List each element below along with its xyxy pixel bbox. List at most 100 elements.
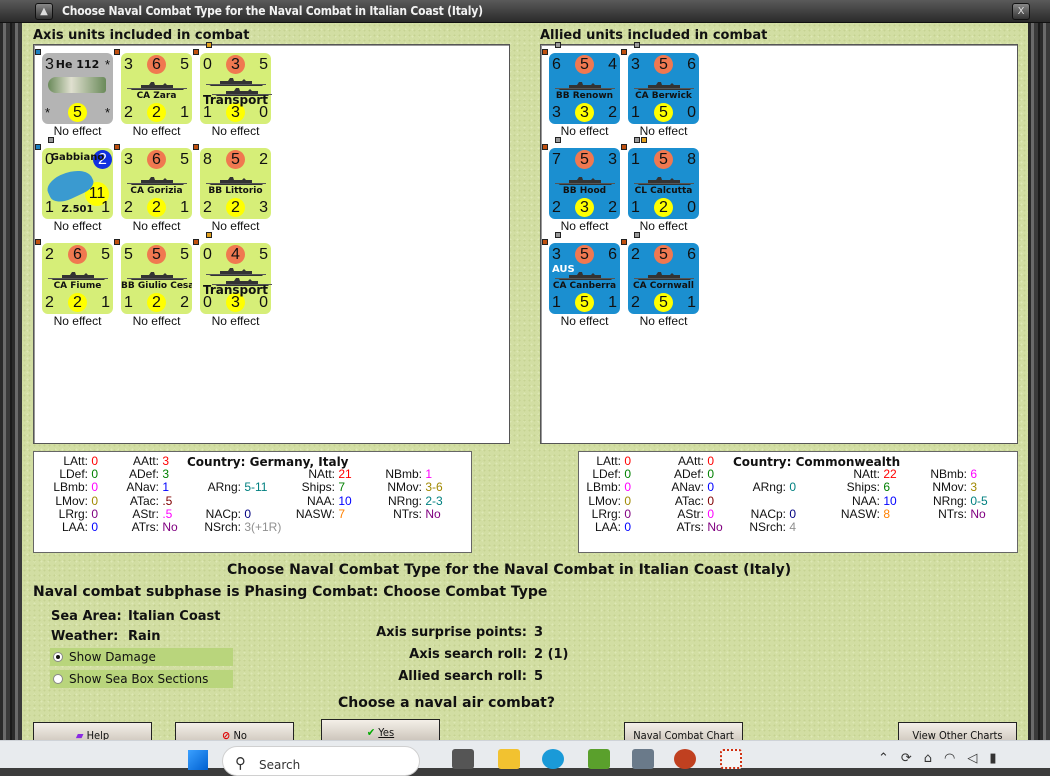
show-damage-radio[interactable]: Show Damage xyxy=(50,648,233,666)
stat-value: 21 xyxy=(335,467,352,482)
stat-value: 3 xyxy=(159,467,170,482)
unit-counter[interactable]: 7 5 3 2 3 2 BB Hood No effect xyxy=(542,137,620,234)
stat-nasw: NASW: 8 xyxy=(820,507,890,521)
stat-value: 0 xyxy=(704,480,715,495)
bottom-value: 1 xyxy=(180,199,189,216)
top-circle-value: 6 xyxy=(147,55,166,74)
unit-counter[interactable]: 0 3 5 1 3 0 Transport No effect xyxy=(193,42,272,139)
unit-counter[interactable]: 3 5 6 1 5 0 CA Berwick No effect xyxy=(621,42,699,139)
taskbar-search[interactable]: ⚲ Search xyxy=(222,746,420,776)
unit-card[interactable]: 8 5 2 2 2 3 BB Littorio xyxy=(200,148,271,219)
stat-value: 8 xyxy=(880,506,891,521)
status-marker-icon xyxy=(193,144,199,150)
stat-value: 0 xyxy=(88,454,99,468)
unit-counter[interactable]: 8 5 2 2 2 3 BB Littorio No effect xyxy=(193,144,271,234)
unit-counter[interactable]: 3 6 5 2 2 1 CA Zara No effect xyxy=(114,49,192,139)
stat-label: NSrch: xyxy=(749,520,786,534)
unit-name: CA Berwick xyxy=(635,91,692,101)
stat-nbmb: NBmb: 1 xyxy=(362,467,432,481)
top-circle-value: 5 xyxy=(654,245,673,264)
bottom-circle-value: 5 xyxy=(654,103,673,122)
sea-area-label: Sea Area: xyxy=(51,609,122,624)
unit-card[interactable]: 3 5 6 1 5 1 AUS CA Canberra xyxy=(549,243,620,314)
unit-card[interactable]: 6 5 4 3 3 2 BB Renown xyxy=(549,53,620,124)
unit-counter[interactable]: 5 5 5 1 2 2 BB Giulio Cesar No effect xyxy=(114,239,192,329)
unit-card[interactable]: 2 5 6 2 5 1 CA Cornwall xyxy=(628,243,699,314)
status-marker-icon xyxy=(114,144,120,150)
app-icon[interactable] xyxy=(588,749,610,769)
stat-ldef: LDef: 0 xyxy=(28,467,98,481)
minimize-button[interactable]: ▲ xyxy=(35,3,53,20)
unit-counter[interactable]: 2 6 5 2 2 1 CA Fiume No effect xyxy=(35,239,113,329)
stat-label: NAA: xyxy=(851,493,880,508)
edge-browser-icon[interactable] xyxy=(542,749,564,769)
system-tray-icons[interactable]: ⌃⟳⌂◠◁▮ xyxy=(878,751,1009,766)
top-value: 6 xyxy=(552,56,561,73)
stat-natt: NAtt: 21 xyxy=(275,467,352,482)
game-icon[interactable] xyxy=(674,749,696,769)
stat-atac: ATac: 0 xyxy=(644,494,714,508)
stat-label: LDef: xyxy=(592,467,621,482)
unit-card[interactable]: 0 3 5 1 3 0 Transport xyxy=(200,53,272,124)
stat-anav: ANav: 1 xyxy=(99,480,169,494)
bottom-value: 2 xyxy=(608,199,617,216)
stat-value: No xyxy=(422,506,441,521)
stat-label: NAtt: xyxy=(853,467,880,482)
stat-label: AAtt: xyxy=(677,454,704,468)
close-button[interactable]: X xyxy=(1012,3,1030,20)
bottom-circle-value: 2 xyxy=(147,198,166,217)
stat-laa: LAA: 0 xyxy=(561,520,631,534)
unit-card[interactable]: 3 * * 5 * He 112 xyxy=(42,53,113,124)
task-view-icon[interactable] xyxy=(452,749,474,769)
stat-value: 0 xyxy=(88,493,99,508)
unit-effect: No effect xyxy=(560,314,609,328)
top-value: 3 xyxy=(631,56,640,73)
unit-counter[interactable]: 6 5 4 3 3 2 BB Renown No effect xyxy=(542,42,620,139)
stat-label: LRrg: xyxy=(58,506,88,521)
stat-label: LMov: xyxy=(588,493,621,508)
snipping-tool-icon[interactable] xyxy=(720,749,742,769)
bottom-value: 2 xyxy=(631,294,640,311)
unit-card[interactable]: 0 4 5 0 3 0 Transport xyxy=(200,243,272,314)
unit-card[interactable]: 3 6 5 2 2 1 CA Gorizia xyxy=(121,148,192,219)
stat-label: LAA: xyxy=(61,520,88,534)
file-explorer-icon[interactable] xyxy=(498,749,520,769)
unit-card[interactable]: 3 5 6 1 5 0 CA Berwick xyxy=(628,53,699,124)
unit-name: CA Canberra xyxy=(552,281,617,291)
unit-counter[interactable]: 3 6 5 2 2 1 CA Gorizia No effect xyxy=(114,144,192,234)
status-marker-icon xyxy=(555,42,561,48)
allied-stats-box: Country: Commonwealth LAtt: 0 AAtt: 0 LDef… xyxy=(578,451,1018,553)
stat-label: NASW: xyxy=(840,506,880,521)
unit-card[interactable]: 7 5 3 2 3 2 BB Hood xyxy=(549,148,620,219)
unit-card[interactable]: 1 5 8 1 2 0 CL Calcutta xyxy=(628,148,699,219)
show-sea-box-sections-radio[interactable]: Show Sea Box Sections xyxy=(50,670,233,688)
unit-counter[interactable]: 0 4 5 0 3 0 Transport No effect xyxy=(193,232,272,329)
stat-label: LRrg: xyxy=(591,506,621,521)
stat-value: 3 xyxy=(159,454,170,468)
unit-card[interactable]: 3 6 5 2 2 1 CA Zara xyxy=(121,53,192,124)
window-title: Choose Naval Combat Type for the Naval C… xyxy=(62,4,483,18)
unit-card[interactable]: 2 6 5 2 2 1 CA Fiume xyxy=(42,243,113,314)
windows-start-icon[interactable] xyxy=(188,750,208,770)
stat-adef: ADef: 3 xyxy=(99,467,169,481)
unit-counter[interactable]: 3 * * 5 * He 112 No effect xyxy=(35,49,113,139)
calculator-icon[interactable] xyxy=(632,749,654,769)
top-value: 3 xyxy=(124,151,133,168)
stat-lmov: LMov: 0 xyxy=(561,494,631,508)
unit-card[interactable]: 5 5 5 1 2 2 BB Giulio Cesar xyxy=(121,243,192,314)
bottom-value: * xyxy=(104,105,110,120)
stat-aatt: AAtt: 3 xyxy=(99,454,169,468)
stat-label: NRng: xyxy=(387,493,422,508)
stat-value: 0 xyxy=(621,467,632,482)
bottom-circle-value: 5 xyxy=(575,293,594,312)
unit-counter[interactable]: 0 2 1 11 1 Gabbiano Z.501 No effect xyxy=(35,137,113,234)
unit-counter[interactable]: 2 5 6 2 5 1 CA Cornwall No effect xyxy=(621,232,699,329)
unit-counter[interactable]: 3 5 6 1 5 1 AUS CA Canberra No effect xyxy=(542,232,620,329)
stat-label: LMov: xyxy=(55,493,88,508)
top-value: 8 xyxy=(203,151,212,168)
unit-card[interactable]: 0 2 1 11 1 Gabbiano Z.501 xyxy=(42,148,113,219)
unit-counter[interactable]: 1 5 8 1 2 0 CL Calcutta No effect xyxy=(621,137,699,234)
status-marker-icon xyxy=(641,137,647,143)
bottom-value: 1 xyxy=(552,294,561,311)
status-marker-icon xyxy=(193,239,199,245)
